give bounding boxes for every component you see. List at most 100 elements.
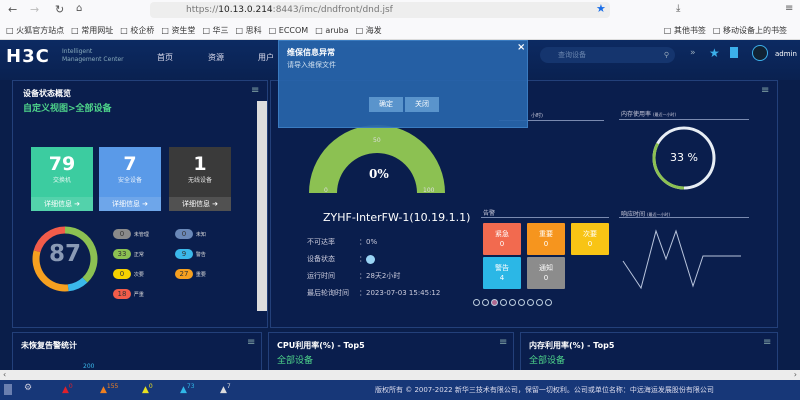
pager-dot[interactable] <box>482 299 489 306</box>
bookmarks-bar: □ 火狐官方站点 □ 常用网址 □ 校企桥 □ 资生堂 □ 华三 □ 思科 □ ECCOM □… <box>0 20 800 40</box>
pager-dot[interactable] <box>536 299 543 306</box>
bookmark-item[interactable]: □ ECCOM <box>269 26 309 35</box>
pager-dot[interactable] <box>518 299 525 306</box>
settings-icon[interactable]: ⚙ <box>24 383 32 393</box>
bookmark-item[interactable]: □ 资生堂 <box>161 25 195 36</box>
alarm-tile[interactable]: 紧急 0 <box>483 223 521 255</box>
panel-menu-icon[interactable]: ≡ <box>499 337 507 348</box>
panel-title: 未恢复告警统计 <box>21 341 77 350</box>
device-info-row: 设备状态： <box>307 254 375 264</box>
pager-dot[interactable] <box>500 299 507 306</box>
vertical-scrollbar[interactable] <box>257 101 267 311</box>
ok-button[interactable]: 确定 <box>369 97 403 112</box>
pager-dot[interactable] <box>527 299 534 306</box>
search-icon[interactable]: ⚲ <box>664 47 669 63</box>
panel-menu-icon[interactable]: ≡ <box>761 85 769 96</box>
url-host: 10.13.0.214 <box>218 5 273 15</box>
detail-link[interactable]: 详细信息 ➔ <box>31 197 93 211</box>
home-icon[interactable]: ⌂ <box>76 3 82 14</box>
logo: H3C <box>6 46 50 67</box>
alarm-tile[interactable]: 通知 0 <box>527 257 565 289</box>
panel-subtitle[interactable]: 全部设备 <box>529 353 565 366</box>
dialog-message: 请导入维保文件 <box>287 61 336 69</box>
alarm-count[interactable]: ▲7 <box>220 383 231 395</box>
reload-icon[interactable]: ↻ <box>55 3 64 16</box>
back-icon[interactable]: ← <box>8 3 17 16</box>
url-bar[interactable]: https://10.13.0.214:8443/imc/dndfront/dn… <box>150 2 610 18</box>
device-name[interactable]: ZYHF-InterFW-1(10.19.1.1) <box>323 211 470 224</box>
collapse-icon[interactable]: » <box>690 48 696 58</box>
bookmark-item[interactable]: □ aruba <box>315 26 348 35</box>
axis-label: 200 <box>83 363 95 370</box>
bookmark-item[interactable]: □ 海发 <box>356 25 382 36</box>
avatar[interactable] <box>752 45 768 61</box>
device-type-tile[interactable]: 7 安全设备 详细信息 ➔ <box>99 147 161 211</box>
bookmark-item[interactable]: □ 其他书签 <box>664 25 706 36</box>
alarm-count[interactable]: ▲73 <box>180 383 195 395</box>
pager-dot[interactable] <box>509 299 516 306</box>
status-dot <box>366 254 375 264</box>
status-legend-item[interactable]: 0 未知 <box>175 229 206 239</box>
gauge-value: 0% <box>369 167 389 181</box>
menu-icon[interactable]: ≡ <box>785 3 793 14</box>
response-line <box>622 229 741 290</box>
donut-segment <box>67 277 88 292</box>
user-name[interactable]: admin <box>775 50 797 58</box>
close-icon[interactable]: × <box>517 42 525 53</box>
panel-menu-icon[interactable]: ≡ <box>251 85 259 96</box>
dialog-title: 维保信息异常 <box>287 48 335 57</box>
status-legend-item[interactable]: 0 次要 <box>113 269 144 279</box>
alarm-stats-panel: 未恢复告警统计 ≡ 200 <box>12 332 262 372</box>
alarm-tile[interactable]: 警告 4 <box>483 257 521 289</box>
alarm-count[interactable]: ▲155 <box>100 383 118 395</box>
bookmark-star-icon[interactable]: ★ <box>596 2 606 15</box>
panel-menu-icon[interactable]: ≡ <box>247 337 255 348</box>
device-total: 87 <box>48 241 81 267</box>
bookmark-item[interactable]: □ 校企桥 <box>120 25 154 36</box>
pager-dot[interactable] <box>473 299 480 306</box>
pager-dot[interactable] <box>545 299 552 306</box>
alarm-tile[interactable]: 重要 0 <box>527 223 565 255</box>
view-path[interactable]: 自定义视图>全部设备 <box>23 101 112 114</box>
panel-subtitle[interactable]: 全部设备 <box>277 353 313 366</box>
device-info-row: 运行时间 ：28天2小时 <box>307 272 401 280</box>
device-icon[interactable] <box>4 384 12 395</box>
url-path: :8443/imc/dndfront/dnd.jsf <box>272 5 393 15</box>
download-icon[interactable]: ⤓ <box>676 3 680 14</box>
nav-users[interactable]: 用户 <box>258 52 274 63</box>
search-device-input[interactable]: 查询设备 ⚲ <box>540 47 675 63</box>
bookmark-item[interactable]: □ 移动设备上的书签 <box>713 25 787 36</box>
pager-dot[interactable] <box>491 299 498 306</box>
alarm-count[interactable]: ▲0 <box>142 383 153 395</box>
alarm-count[interactable]: ▲0 <box>62 383 73 395</box>
panel-title: 设备状态概览 <box>23 89 71 98</box>
panel-menu-icon[interactable]: ≡ <box>763 337 771 348</box>
status-legend-item[interactable]: 33 正常 <box>113 249 144 259</box>
bookmark-item[interactable]: □ 火狐官方站点 <box>6 25 64 36</box>
bookmark-item[interactable]: □ 常用网址 <box>71 25 113 36</box>
device-type-tile[interactable]: 79 交换机 详细信息 ➔ <box>31 147 93 211</box>
panel-title: 内存利用率(%) - Top5 <box>529 341 615 350</box>
status-legend-item[interactable]: 0 未管理 <box>113 229 149 239</box>
logo-subtitle: Intelligent Management Center <box>62 48 124 63</box>
bookmark-item[interactable]: □ 思科 <box>236 25 262 36</box>
status-bar: ⚙ ▲0 ▲155 ▲0 ▲73 ▲7 版权所有 © 2007-2022 新华三技术有限… <box>0 380 800 400</box>
detail-link[interactable]: 详细信息 ➔ <box>169 197 231 211</box>
nav-resources[interactable]: 资源 <box>208 52 224 63</box>
bookmark-icon[interactable] <box>730 47 738 58</box>
favorite-star-icon[interactable]: ★ <box>709 46 720 60</box>
close-button[interactable]: 关闭 <box>405 97 439 112</box>
gauge-min: 0 <box>324 187 328 194</box>
status-legend-item[interactable]: 27 重要 <box>175 269 206 279</box>
cpu-top5-panel: CPU利用率(%) - Top5 ≡ 全部设备 <box>268 332 514 372</box>
forward-icon[interactable]: → <box>30 3 39 16</box>
bookmark-item[interactable]: □ 华三 <box>202 25 228 36</box>
horizontal-scrollbar[interactable]: ‹ › <box>0 370 800 380</box>
device-type-tile[interactable]: 1 无线设备 详细信息 ➔ <box>169 147 231 211</box>
status-legend-item[interactable]: 18 严重 <box>113 289 144 299</box>
alarm-tile[interactable]: 次要 0 <box>571 223 609 255</box>
status-legend-item[interactable]: 9 警告 <box>175 249 206 259</box>
detail-link[interactable]: 详细信息 ➔ <box>99 197 161 211</box>
nav-home[interactable]: 首页 <box>157 52 173 63</box>
device-info-row: 不可达率 ：0% <box>307 238 378 246</box>
